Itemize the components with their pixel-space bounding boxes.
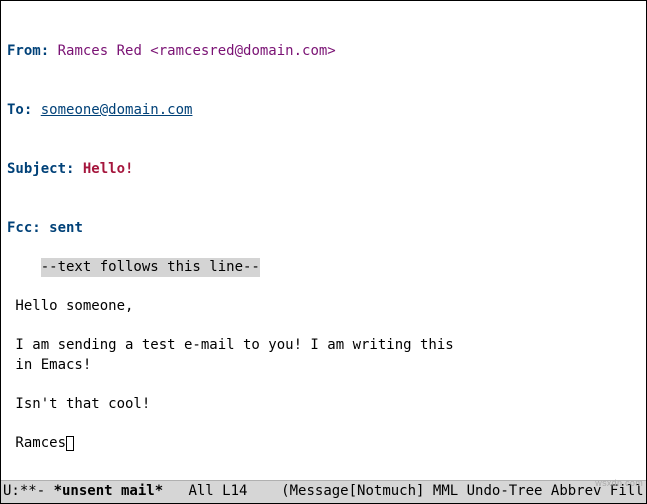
header-fcc-key: Fcc: <box>7 220 41 236</box>
body-greeting[interactable]: Hello someone, <box>7 298 133 314</box>
body-line-1[interactable]: I am sending a test e-mail to you! I am … <box>7 337 454 353</box>
modeline[interactable]: U:**- *unsent mail* All L14 (Message[Not… <box>1 480 646 503</box>
text-cursor <box>66 436 74 451</box>
header-subject-key: Subject: <box>7 161 74 177</box>
header-to-value[interactable]: someone@domain.com <box>41 102 193 118</box>
header-subject[interactable]: Subject: Hello! <box>7 160 640 180</box>
body-line-2[interactable]: in Emacs! <box>7 357 91 373</box>
body-signature-name[interactable]: Ramces <box>7 435 66 451</box>
header-to-key: To: <box>7 102 32 118</box>
modeline-modes[interactable]: (Message[Notmuch] MML Undo-Tree Abbrev F… <box>281 482 647 502</box>
header-from[interactable]: From: Ramces Red <ramcesred@domain.com> <box>7 42 640 62</box>
header-fcc-value[interactable]: sent <box>49 220 83 236</box>
header-fcc[interactable]: Fcc: sent <box>7 219 640 239</box>
emacs-frame: From: Ramces Red <ramcesred@domain.com> … <box>0 0 647 504</box>
modeline-status: U:**- <box>3 482 54 502</box>
modeline-buffer-name[interactable]: *unsent mail* <box>54 482 164 502</box>
modeline-position: All L14 <box>163 482 281 502</box>
header-from-key: From: <box>7 43 49 59</box>
message-buffer[interactable]: From: Ramces Red <ramcesred@domain.com> … <box>1 1 646 480</box>
watermark: wsxdn.com <box>595 477 643 490</box>
header-body-separator: --text follows this line-- <box>41 258 260 278</box>
header-subject-value[interactable]: Hello! <box>83 161 134 177</box>
header-from-value[interactable]: Ramces Red <ramcesred@domain.com> <box>49 43 336 59</box>
header-to[interactable]: To: someone@domain.com <box>7 101 640 121</box>
body-line-3[interactable]: Isn't that cool! <box>7 396 150 412</box>
